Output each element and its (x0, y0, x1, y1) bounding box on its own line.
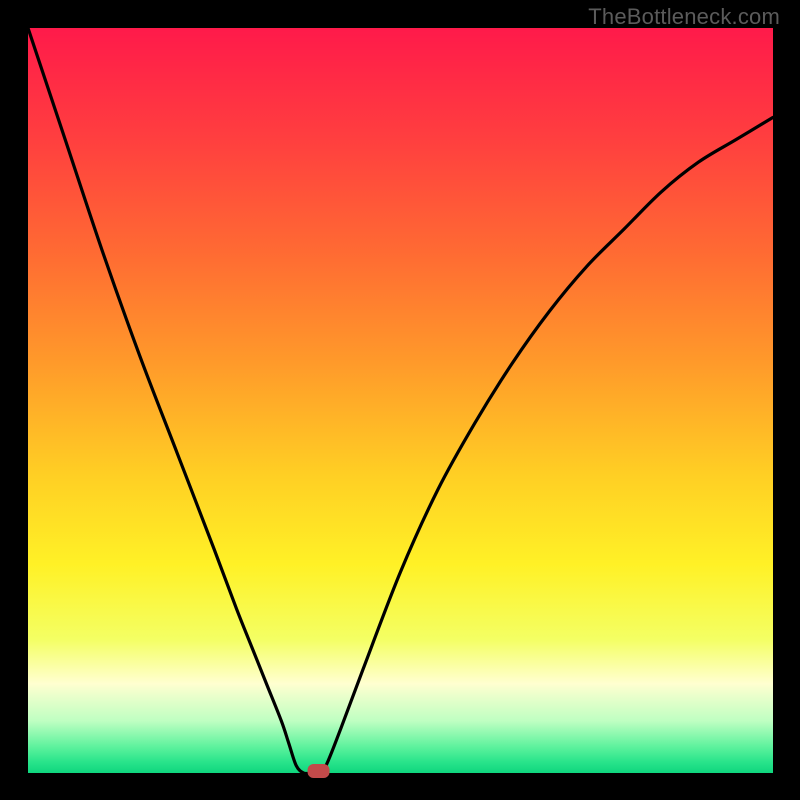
optimum-marker (308, 764, 330, 778)
bottleneck-chart (0, 0, 800, 800)
plot-background (28, 28, 773, 773)
chart-frame: TheBottleneck.com (0, 0, 800, 800)
